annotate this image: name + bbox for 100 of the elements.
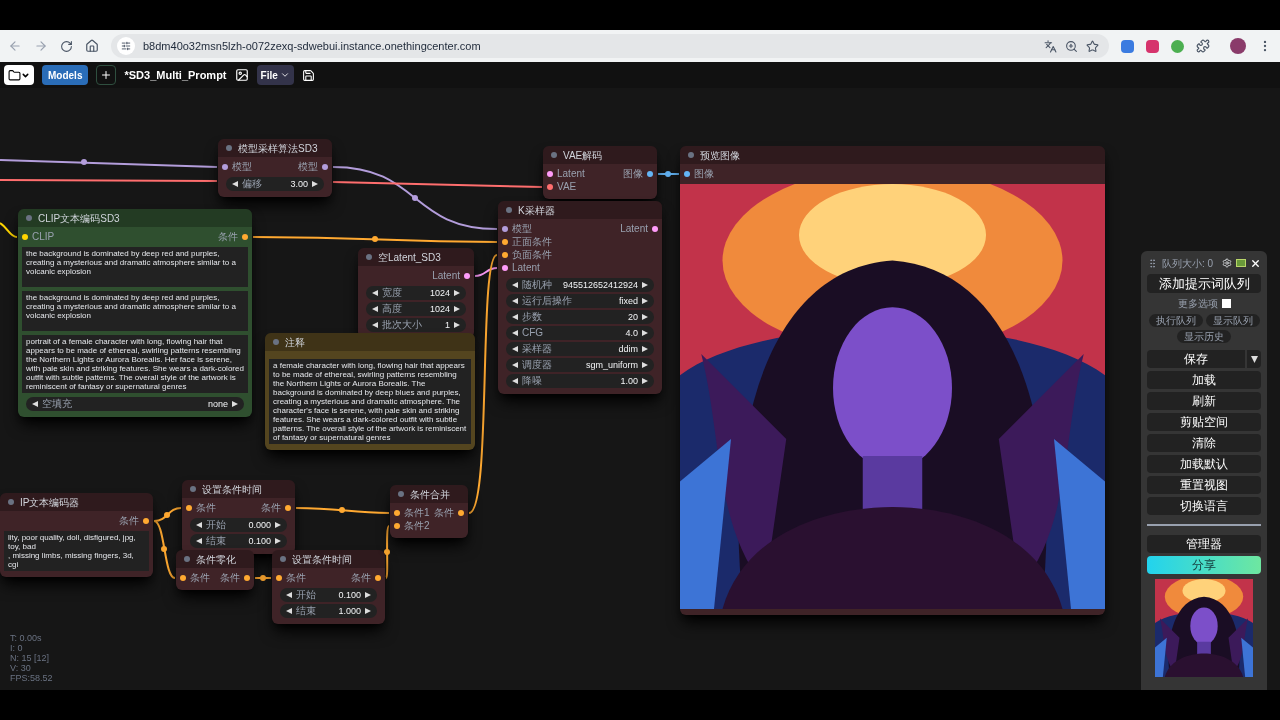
connection-wire[interactable]: [153, 520, 176, 579]
menu-button[interactable]: 保存: [1147, 350, 1245, 368]
node-title: 空Latent_SD3: [378, 250, 441, 265]
connection-wire[interactable]: [474, 267, 498, 277]
node-card[interactable]: VAE解码 Latent 图像 VAE: [543, 146, 657, 199]
widget-field[interactable]: 降噪 1.00: [506, 374, 654, 388]
widget-field[interactable]: 步数 20: [506, 310, 654, 324]
node-header[interactable]: 注释: [265, 333, 475, 351]
right-arrow-icon: [312, 181, 318, 187]
connection-wire[interactable]: [295, 507, 390, 514]
widget-field[interactable]: CFG 4.0: [506, 326, 654, 340]
connection-wire[interactable]: [252, 236, 498, 243]
node-header[interactable]: 预览图像: [680, 146, 1105, 164]
settings-icon[interactable]: [1222, 258, 1232, 268]
prompt-text-field[interactable]: portrait of a female character with long, flowing hair that appears to be made of ethereal, swirling patterns resembling the Northern Lights or Aurora Borealis. Her face is serene, with pale skin and striking features. She wears a dark-colored outfit with subtle patterns. The overall style of the artwork is reminiscent of fantasy or supernatural genres: [22, 335, 248, 393]
widget-field[interactable]: 高度 1024: [366, 302, 466, 316]
reload-icon[interactable]: [60, 39, 73, 53]
prompt-text-field[interactable]: the background is dominated by deep red and purples, creating a mysterious and dramatic atmosphere similar to a volcanic explosion: [22, 291, 248, 331]
menu-button[interactable]: 加载默认: [1147, 455, 1261, 473]
widget-field[interactable]: 调度器 sgm_uniform: [506, 358, 654, 372]
node-card[interactable]: [265, 333, 475, 450]
site-info-icon[interactable]: [117, 37, 135, 55]
drag-handle-icon[interactable]: [1147, 257, 1158, 269]
save-icon[interactable]: [301, 68, 315, 82]
connection-wire[interactable]: [0, 159, 218, 168]
widget-field[interactable]: 宽度 1024: [366, 286, 466, 300]
node-title: VAE解码: [563, 148, 603, 163]
translate-icon[interactable]: [1044, 39, 1057, 53]
extension-icon[interactable]: [1121, 39, 1134, 53]
node-card[interactable]: 条件合并 条件1 条件 条件2: [390, 485, 468, 538]
node-header[interactable]: 空Latent_SD3: [358, 248, 474, 266]
widget-field[interactable]: 采样器 ddim: [506, 342, 654, 356]
connection-wire[interactable]: [0, 179, 218, 182]
connection-wire[interactable]: [332, 166, 498, 230]
queue-option-button[interactable]: 执行队列: [1148, 314, 1203, 327]
models-button[interactable]: Models: [42, 65, 89, 85]
node-header[interactable]: CLIP文本编码SD3: [18, 209, 252, 227]
workflows-button[interactable]: [4, 65, 34, 85]
queue-option-button[interactable]: 显示历史: [1177, 330, 1231, 343]
right-arrow-icon: [232, 401, 238, 407]
node-header[interactable]: IP文本编码器: [0, 493, 153, 511]
menu-button[interactable]: 清除: [1147, 434, 1261, 452]
new-workflow-button[interactable]: [96, 65, 117, 85]
menu-button[interactable]: 加载: [1147, 371, 1261, 389]
node-title: 设置条件时间: [202, 482, 262, 497]
connection-wire[interactable]: [468, 254, 498, 514]
widget-field[interactable]: 运行后操作 fixed: [506, 294, 654, 308]
stats-text: I: 0: [10, 643, 24, 653]
share-button[interactable]: 分享: [1147, 556, 1261, 574]
menu-button[interactable]: 刷新: [1147, 392, 1261, 410]
more-options-checkbox[interactable]: [1221, 299, 1231, 308]
prompt-text-field[interactable]: lity, poor quality, doll, disfigured, jpg, toy, bad , missing limbs, missing fingers, 3d, cgi: [4, 531, 149, 571]
profile-avatar[interactable]: [1230, 38, 1246, 54]
address-field[interactable]: b8dm40o32msn5lzh-o072zexq-sdwebui.instance.onethingcenter.com: [111, 34, 1109, 58]
node-header[interactable]: 模型采样算法SD3: [218, 139, 332, 157]
node-card[interactable]: 模型采样算法SD3 模型 模型 偏移 3.00: [218, 139, 332, 197]
connection-wire[interactable]: [332, 181, 543, 188]
node-card[interactable]: 设置条件时间 条件 条件 开始 0.100 结束 1.000: [272, 550, 385, 624]
node-header[interactable]: 条件零化: [176, 550, 254, 568]
node-card[interactable]: K采样器 模型 Latent 正面条件 负面条件 Latent 随机种 945512652412924 运行后操作 fixed 步数 20 CFG 4.0 采样器 ddim 调度器 sgm_uniform 降噪 1.00: [498, 201, 662, 394]
bookmark-star-icon[interactable]: [1086, 39, 1099, 53]
node-card[interactable]: [18, 209, 252, 417]
widget-field[interactable]: 随机种 945512652412924: [506, 278, 654, 292]
widget-field[interactable]: 偏移 3.00: [226, 177, 324, 191]
widget-field[interactable]: 结束 1.000: [280, 604, 377, 618]
prompt-text-field[interactable]: a female character with long, flowing hair that appears to be made of ethereal, swirling patterns resembling the Northern Lights or Aurora Borealis. The background is dominated by deep blues and purples, creating a mysterious and dramatic atmosphere. The character's face is serene, with pale skin and striking features. She wears a dark-colored outfit with subtle patterns. The overall style of the artwork is reminiscent of fantasy or supernatural genres: [269, 359, 471, 444]
widget-field[interactable]: 开始 0.100: [280, 588, 377, 602]
node-card[interactable]: IP文本编码器 条件 lity, poor quality, doll, disfigured, jpg, toy, bad , missing limbs, missing fingers, 3d, cgi: [0, 493, 153, 577]
menu-button[interactable]: 切换语言: [1147, 497, 1261, 515]
left-arrow-icon: [372, 290, 378, 296]
widget-field[interactable]: 批次大小 1: [366, 318, 466, 332]
node-card[interactable]: 设置条件时间 条件 条件 开始 0.000 结束 0.100: [182, 480, 295, 554]
menu-button[interactable]: 剪贴空间: [1147, 413, 1261, 431]
node-header[interactable]: K采样器: [498, 201, 662, 219]
node-header[interactable]: 设置条件时间: [272, 550, 385, 568]
extensions-icon[interactable]: [1196, 39, 1210, 53]
zoom-icon[interactable]: [1065, 39, 1078, 53]
prompt-text-field[interactable]: the background is dominated by deep red and purples, creating a mysterious and dramatic atmosphere similar to a volcanic explosion: [22, 247, 248, 287]
widget-field[interactable]: 空填充 none: [26, 397, 244, 411]
right-arrow-icon: [642, 298, 648, 304]
node-card[interactable]: 条件零化 条件 条件: [176, 550, 254, 590]
node-header[interactable]: VAE解码: [543, 146, 657, 164]
widget-field[interactable]: 开始 0.000: [190, 518, 287, 532]
queue-prompt-button[interactable]: 添加提示词队列: [1147, 274, 1261, 293]
connection-wire[interactable]: [384, 525, 390, 579]
node-header[interactable]: 条件合并: [390, 485, 468, 503]
widget-field[interactable]: 结束 0.100: [190, 534, 287, 548]
close-icon[interactable]: [1250, 257, 1261, 269]
manager-button[interactable]: 管理器: [1147, 535, 1261, 553]
dropdown-button[interactable]: [1247, 350, 1261, 368]
file-menu-button[interactable]: File: [256, 65, 294, 85]
queue-option-button[interactable]: 显示队列: [1205, 314, 1260, 327]
extension-icon[interactable]: [1146, 39, 1159, 53]
connection-wire[interactable]: [657, 171, 680, 177]
caret-icon: [279, 70, 290, 80]
node-card[interactable]: 预览图像 图像: [680, 146, 1105, 615]
node-header[interactable]: 设置条件时间: [182, 480, 295, 498]
home-icon[interactable]: [85, 39, 99, 53]
connection-wire[interactable]: [153, 507, 182, 522]
menu-button[interactable]: 重置视图: [1147, 476, 1261, 494]
